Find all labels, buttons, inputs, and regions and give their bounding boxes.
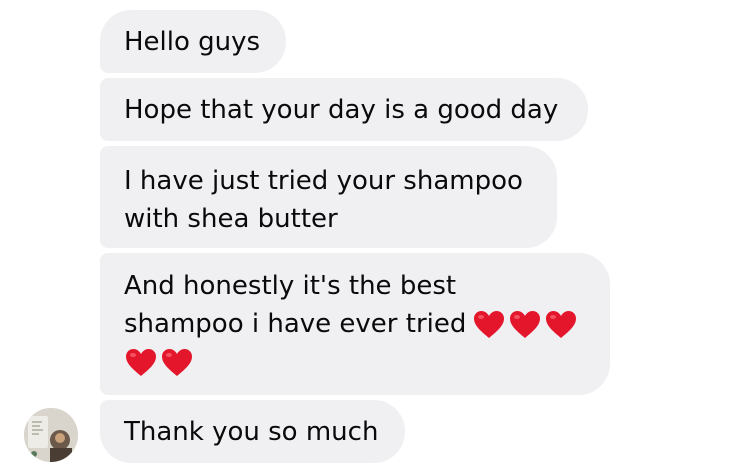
red-heart-icon [160,346,194,380]
message-text-line: I have just tried your shampoo [124,166,523,196]
red-heart-icon [544,308,578,342]
message-thread: Hello guys Hope that your day is a good … [0,0,738,467]
message-text: Hope that your day is a good day [124,94,559,125]
red-heart-icon [124,346,158,380]
message-text-line: with shea butter [124,204,338,234]
message-bubble[interactable]: Hello guys [100,10,286,73]
message-text: Thank you so much [124,416,379,447]
message-text: shampoo i have ever tried [124,309,467,339]
message-text: Hello guys [124,26,261,57]
message-text: And honestly it's the best [124,271,457,301]
message-bubble[interactable]: Hope that your day is a good day [100,78,588,141]
contact-avatar[interactable] [24,408,78,462]
heart-emoji-group [472,306,580,344]
message-text-line: shampoo i have ever tried [124,305,580,343]
red-heart-icon [472,308,506,342]
avatar-image [24,408,78,462]
message-bubble[interactable]: And honestly it's the best shampoo i hav… [100,253,610,395]
message-bubble[interactable]: I have just tried your shampoo with shea… [100,146,557,248]
message-bubble[interactable]: Thank you so much [100,400,405,463]
message-text-line: And honestly it's the best [124,267,456,305]
red-heart-icon [508,308,542,342]
message-text-line [124,343,196,381]
